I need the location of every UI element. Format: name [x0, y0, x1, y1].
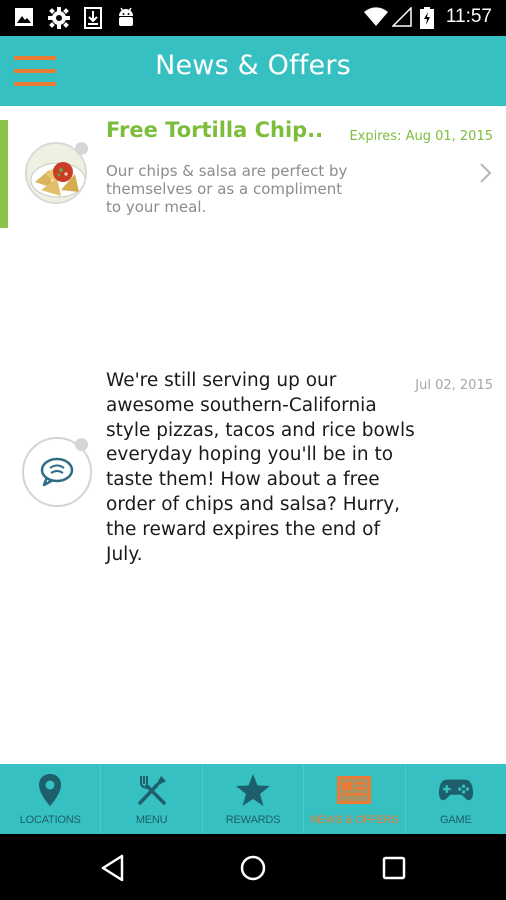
tab-rewards[interactable]: REWARDS: [203, 764, 305, 834]
unread-indicator: [75, 438, 88, 451]
news-date: Jul 02, 2015: [415, 378, 493, 393]
star-icon: [235, 772, 271, 808]
download-icon: [84, 7, 102, 33]
unread-indicator: [75, 142, 88, 155]
home-icon[interactable]: [237, 852, 269, 884]
status-time: 11:57: [445, 6, 492, 27]
system-nav-bar: [0, 834, 506, 900]
highlight-bar: [0, 120, 8, 228]
offer-expires: Expires: Aug 01, 2015: [349, 129, 493, 144]
bottom-tab-bar: LOCATIONS MENU REWARDS NEWS & OFFERS GAM…: [0, 764, 506, 834]
offer-title: Free Tortilla Chip..: [106, 118, 324, 142]
news-body: We're still serving up our awesome south…: [106, 370, 415, 565]
app-bar: News & Offers: [0, 36, 506, 106]
chevron-right-icon[interactable]: [474, 160, 496, 186]
image-icon: [14, 7, 34, 31]
android-icon: [116, 7, 136, 33]
tab-locations[interactable]: LOCATIONS: [0, 764, 102, 834]
tab-news-offers[interactable]: NEWS & OFFERS: [304, 764, 406, 834]
app-screen: 11:57 News & Offers Free Tortilla Chip..…: [0, 0, 506, 900]
wifi-icon: [364, 7, 388, 31]
settings-gear-icon: [48, 7, 70, 33]
status-bar: 11:57: [0, 0, 506, 36]
offer-description: Our chips & salsa are perfect by themsel…: [106, 162, 348, 216]
list-item[interactable]: Free Tortilla Chip.. Expires: Aug 01, 20…: [0, 106, 506, 228]
news-icon: [336, 772, 372, 808]
back-icon[interactable]: [98, 852, 130, 884]
map-pin-icon: [32, 772, 68, 808]
fork-knife-icon: [134, 772, 170, 808]
page-title: News & Offers: [155, 50, 351, 81]
tab-game[interactable]: GAME: [406, 764, 506, 834]
recents-icon[interactable]: [378, 852, 410, 884]
list-item[interactable]: We're still serving up our awesome south…: [0, 228, 506, 565]
battery-charging-icon: [420, 7, 434, 33]
gamepad-icon: [438, 772, 474, 808]
tab-menu[interactable]: MENU: [101, 764, 203, 834]
news-list: Free Tortilla Chip.. Expires: Aug 01, 20…: [0, 106, 506, 565]
signal-icon: [391, 6, 412, 31]
